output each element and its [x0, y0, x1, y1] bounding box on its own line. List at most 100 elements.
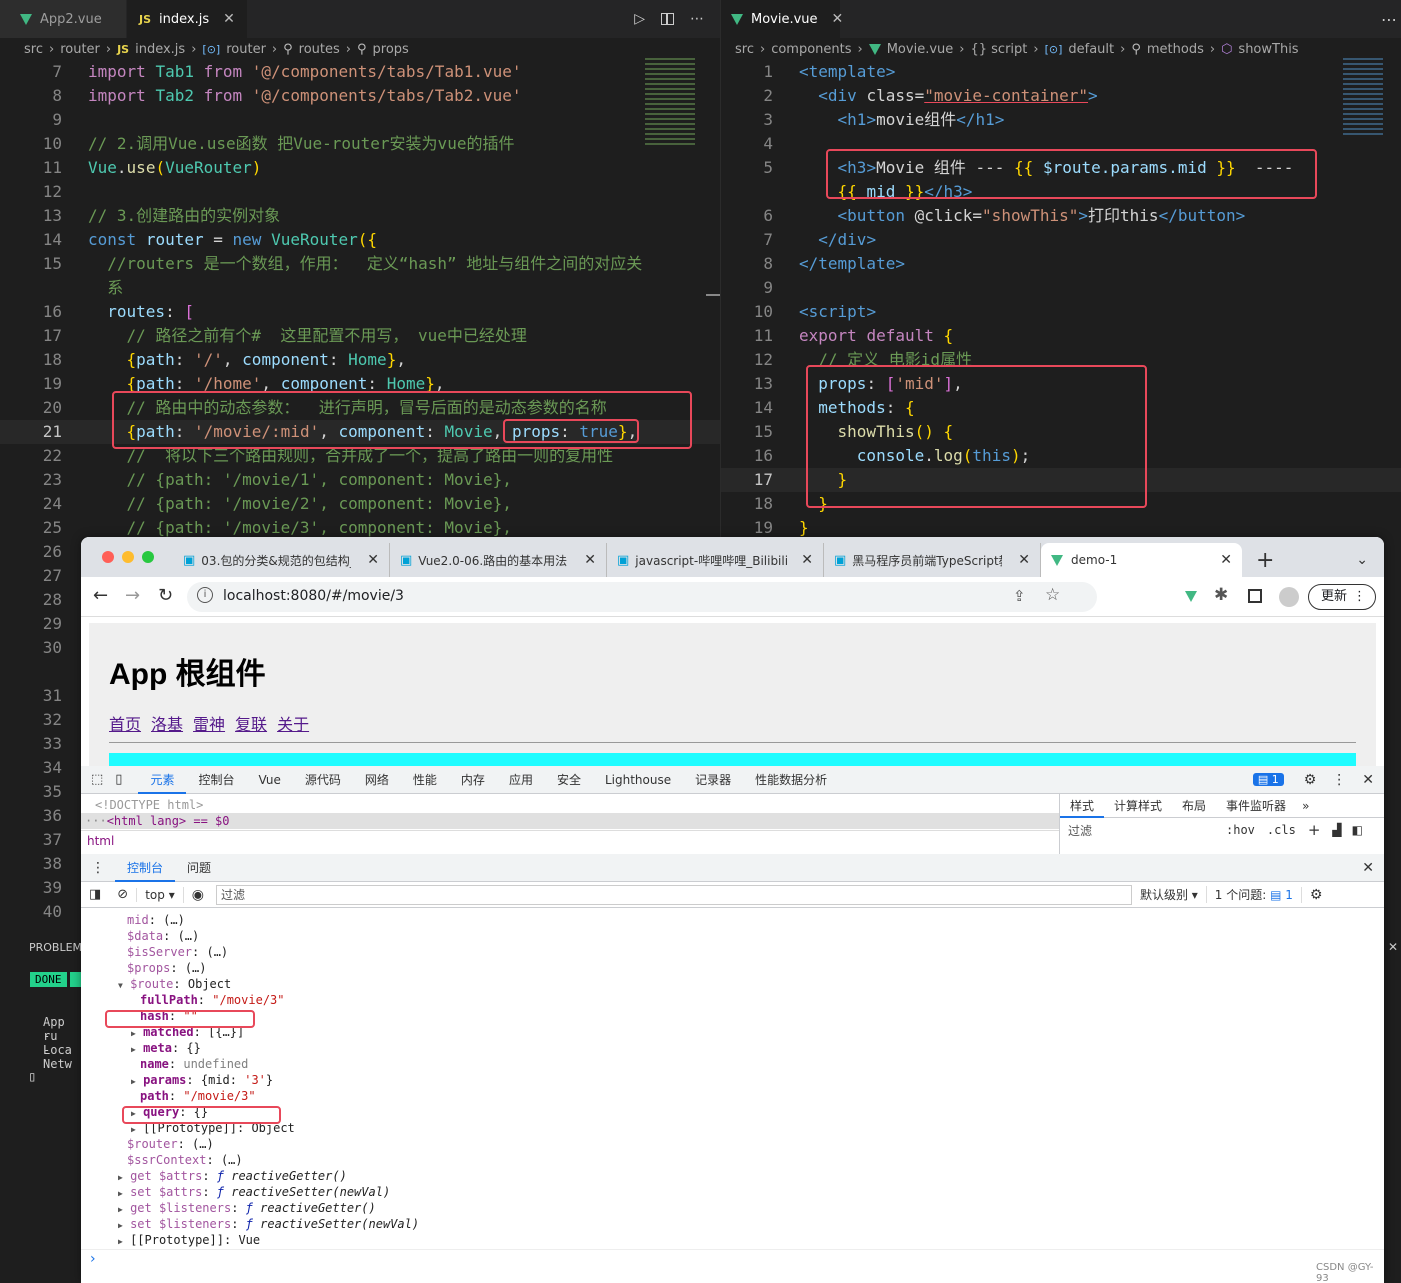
close-icon[interactable]: ✕	[1362, 772, 1374, 788]
code-line[interactable]: 17 // 路径之前有个# 这里配置不用写， vue中已经处理	[0, 324, 720, 348]
dom-breadcrumb-html[interactable]: html	[87, 833, 114, 849]
bookmark-star-icon[interactable]: ☆	[1045, 585, 1060, 605]
side-panel-icon[interactable]	[1248, 589, 1262, 603]
devtools-tab-security[interactable]: 安全	[545, 771, 593, 788]
more-vertical-icon[interactable]: ⋮	[1332, 772, 1346, 788]
clear-console-icon[interactable]: ⊘	[109, 887, 136, 902]
code-line[interactable]: 1 <template>	[721, 60, 1401, 84]
drawer-tab-issues[interactable]: 问题	[175, 859, 223, 876]
run-icon[interactable]: ▷	[634, 11, 645, 27]
crumb-components[interactable]: components	[771, 42, 851, 57]
split-editor-icon[interactable]	[661, 13, 674, 25]
info-icon[interactable]: i	[197, 587, 213, 603]
update-button[interactable]: 更新 ⋮	[1308, 584, 1376, 610]
code-line[interactable]: 9	[721, 276, 1401, 300]
devtools-tab-application[interactable]: 应用	[497, 771, 545, 788]
code-line[interactable]: 11 Vue.use(VueRouter)	[0, 156, 720, 180]
console-property[interactable]: ▶ meta: {}	[131, 1040, 201, 1056]
console-output[interactable]: mid: (…) $data: (…) $isServer: (…) $props: …	[81, 908, 1384, 1248]
devtools-tab-network[interactable]: 网络	[353, 771, 401, 788]
cls-toggle[interactable]: .cls	[1261, 823, 1302, 837]
code-line[interactable]: 11 export default {	[721, 324, 1401, 348]
browser-tab[interactable]: ▣ 03.包的分类&规范的包结构_ ✕	[173, 543, 390, 577]
crumb-router[interactable]: router	[60, 42, 100, 57]
code-line[interactable]: 18 {path: '/', component: Home},	[0, 348, 720, 372]
context-select[interactable]: top ▾	[136, 887, 183, 902]
link-avengers[interactable]: 复联	[235, 711, 267, 735]
gear-icon[interactable]: ⚙	[1300, 886, 1331, 903]
event-listeners-tab[interactable]: 事件监听器	[1216, 797, 1296, 814]
avatar[interactable]	[1279, 587, 1299, 607]
close-drawer-icon[interactable]: ✕	[1362, 860, 1374, 876]
crumb-script[interactable]: {} script	[970, 42, 1027, 57]
code-line[interactable]: 10 <script>	[721, 300, 1401, 324]
console-property[interactable]: $isServer: (…)	[127, 944, 228, 960]
more-tabs-chevron[interactable]: »	[1296, 799, 1315, 813]
crumb-movie-vue[interactable]: Movie.vue	[887, 42, 954, 57]
code-line[interactable]: 23 // {path: '/movie/1', component: Movi…	[0, 468, 720, 492]
scrollbar-thumb[interactable]	[706, 294, 720, 296]
add-rule-icon[interactable]: +	[1302, 821, 1327, 839]
tab-movie-vue[interactable]: Movie.vue ✕	[721, 0, 843, 38]
console-property[interactable]: ▶ get $attrs: ƒ reactiveGetter()	[118, 1168, 347, 1184]
reload-icon[interactable]: ↻	[158, 585, 173, 606]
new-tab-button[interactable]: +	[1242, 543, 1288, 577]
maximize-window-button[interactable]	[142, 551, 154, 563]
crumb-props[interactable]: props	[373, 42, 409, 57]
vue-devtools-extension-icon[interactable]	[1185, 591, 1197, 602]
console-property[interactable]: $data: (…)	[127, 928, 199, 944]
styles-filter-input[interactable]: 过滤	[1060, 822, 1220, 839]
code-line[interactable]: 7 </div>	[721, 228, 1401, 252]
browser-tab[interactable]: ▣ javascript-哔哩哔哩_Bilibili ✕	[607, 543, 824, 577]
console-property[interactable]: mid: (…)	[127, 912, 185, 928]
code-line[interactable]: 24 // {path: '/movie/2', component: Movi…	[0, 492, 720, 516]
devtools-tab-performance-insights[interactable]: 性能数据分析	[743, 771, 839, 788]
console-prompt[interactable]: ›	[90, 1251, 96, 1267]
drawer-menu-icon[interactable]: ⋮	[81, 860, 115, 876]
console-property[interactable]: path: "/movie/3"	[140, 1088, 256, 1104]
device-toolbar-icon[interactable]: ▯	[111, 772, 138, 787]
problems-tab[interactable]: PROBLEM	[29, 941, 82, 954]
close-icon[interactable]: ✕	[801, 552, 813, 568]
more-icon[interactable]: ⋯	[1381, 0, 1401, 38]
minimap[interactable]	[645, 58, 695, 148]
code-line[interactable]: 10 // 2.调用Vue.use函数 把Vue-router安装为vue的插件	[0, 132, 720, 156]
devtools-tab-console[interactable]: 控制台	[186, 771, 246, 788]
console-property[interactable]: ▶ get $listeners: ƒ reactiveGetter()	[118, 1200, 376, 1216]
devtools-tab-memory[interactable]: 内存	[449, 771, 497, 788]
crumb-index-js[interactable]: index.js	[135, 42, 185, 57]
devtools-tab-recorder[interactable]: 记录器	[683, 771, 743, 788]
link-home[interactable]: 首页	[109, 711, 141, 735]
devtools-tab-vue[interactable]: Vue	[246, 773, 292, 787]
more-icon[interactable]: ⋯	[690, 11, 704, 27]
devtools-tab-elements[interactable]: 元素	[138, 766, 187, 794]
crumb-showthis[interactable]: showThis	[1238, 42, 1298, 57]
drawer-tab-console[interactable]: 控制台	[115, 854, 176, 882]
inspect-element-icon[interactable]: ⬚	[81, 772, 111, 787]
minimize-window-button[interactable]	[122, 551, 134, 563]
code-line[interactable]: 6 <button @click="showThis">打印this</butt…	[721, 204, 1401, 228]
console-property[interactable]: ▶ params: {mid: '3'}	[131, 1072, 273, 1088]
console-property[interactable]: ▼ $route: Object	[118, 976, 231, 992]
extensions-puzzle-icon[interactable]: ✱	[1214, 585, 1228, 605]
chevron-down-icon[interactable]: ⌄	[1356, 543, 1384, 577]
link-loki[interactable]: 洛基	[151, 711, 183, 735]
crumb-methods[interactable]: methods	[1147, 42, 1204, 57]
close-icon[interactable]: ✕	[1018, 552, 1030, 568]
computed-tab[interactable]: 计算样式	[1104, 797, 1172, 814]
crumb-routes[interactable]: routes	[299, 42, 340, 57]
share-icon[interactable]: ⇪	[1013, 587, 1026, 605]
console-property[interactable]: $ssrContext: (…)	[127, 1152, 243, 1168]
forward-icon[interactable]: →	[125, 585, 140, 606]
sidebar-toggle-icon[interactable]: ◨	[81, 887, 109, 902]
browser-tab-active[interactable]: demo-1 ✕	[1041, 543, 1242, 577]
code-line[interactable]: 2 <div class="movie-container">	[721, 84, 1401, 108]
close-window-button[interactable]	[102, 551, 114, 563]
eye-icon[interactable]: ◉	[182, 886, 212, 903]
close-icon[interactable]: ✕	[223, 11, 235, 27]
code-line[interactable]: 3 <h1>movie组件</h1>	[721, 108, 1401, 132]
hov-toggle[interactable]: :hov	[1220, 823, 1261, 837]
console-property[interactable]: name: undefined	[140, 1056, 248, 1072]
code-line[interactable]: 13 // 3.创建路由的实例对象	[0, 204, 720, 228]
console-property[interactable]: ▶ [[Prototype]]: Vue	[118, 1232, 260, 1248]
